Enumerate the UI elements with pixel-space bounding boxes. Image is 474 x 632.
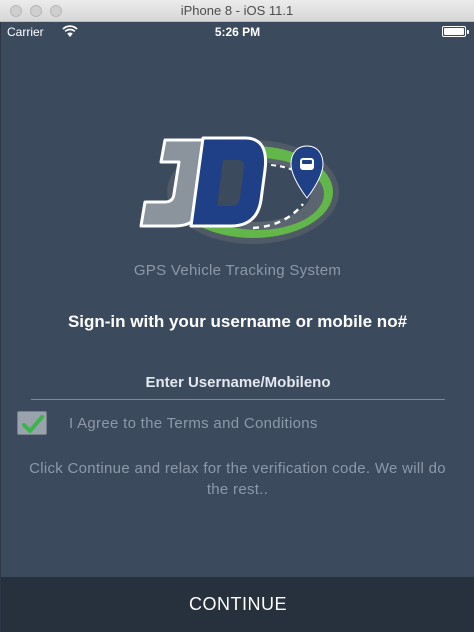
continue-button[interactable]: CONTINUE: [1, 577, 474, 632]
app-subtitle: GPS Vehicle Tracking System: [133, 262, 342, 279]
phone-screen: Carrier 5:26 PM JD GPS Vehicle Tracking …: [0, 22, 474, 632]
checkmark-icon: [22, 415, 44, 433]
username-mobile-input[interactable]: [31, 366, 445, 400]
verification-info-text: Click Continue and relax for the verific…: [29, 460, 446, 498]
status-time: 5:26 PM: [214, 25, 261, 39]
battery-icon: [442, 26, 469, 37]
terms-checkbox[interactable]: [17, 411, 47, 435]
terms-label[interactable]: I Agree to the Terms and Conditions: [69, 415, 318, 432]
jd-gps-logo: JD: [135, 108, 339, 244]
window-title: iPhone 8 - iOS 11.1: [180, 3, 294, 18]
status-bar: Carrier 5:26 PM: [1, 22, 474, 42]
svg-text:JD: JD: [135, 108, 137, 109]
sign-in-heading: Sign-in with your username or mobile no#: [67, 312, 408, 331]
simulator-title-bar: iPhone 8 - iOS 11.1: [0, 0, 474, 22]
